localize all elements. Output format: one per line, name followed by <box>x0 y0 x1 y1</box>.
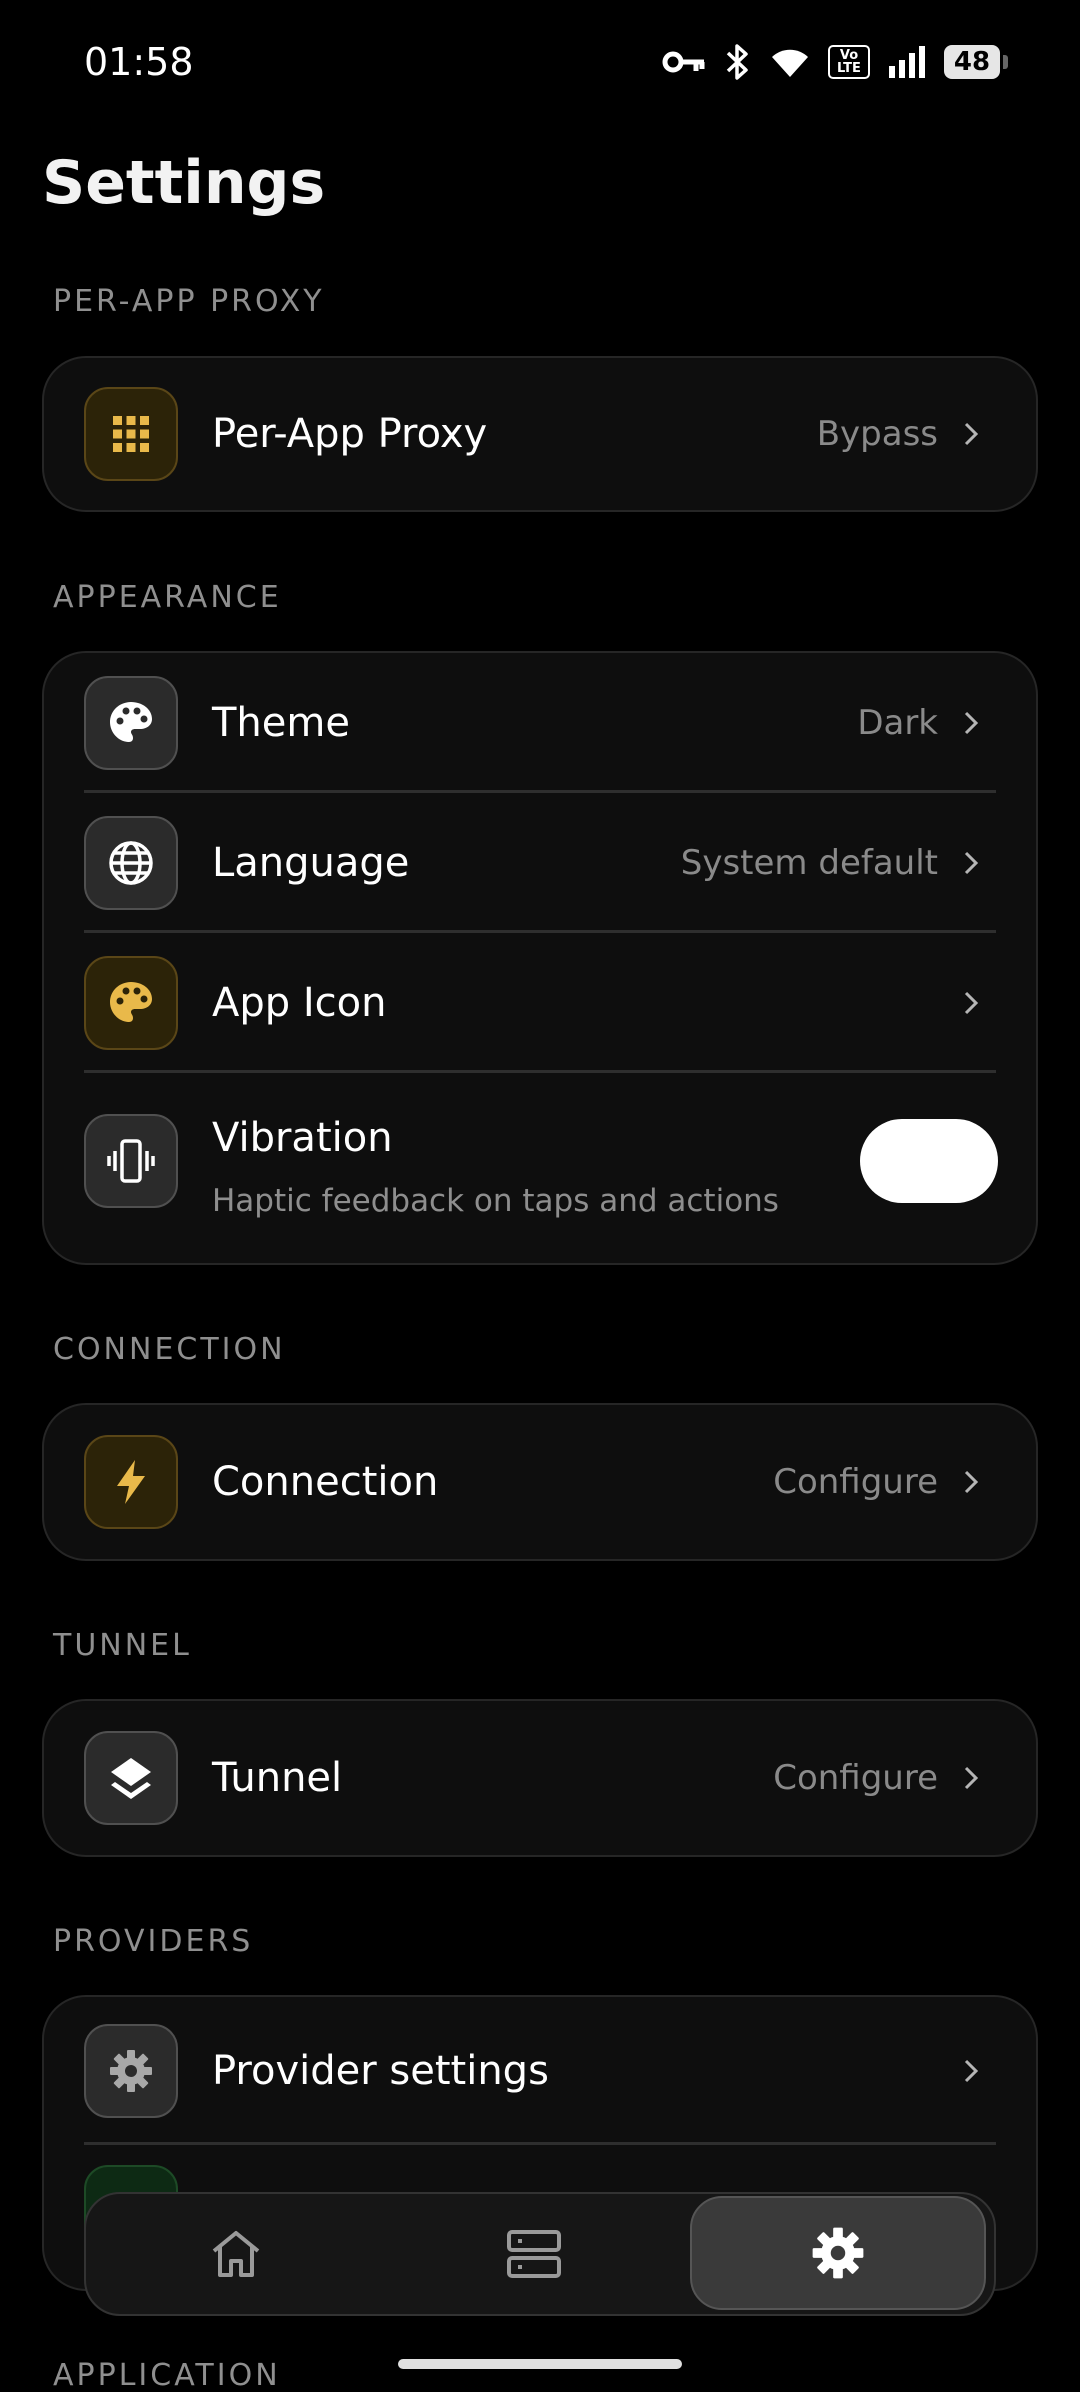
connection-label: Connection <box>212 1459 439 1505</box>
row-vibration[interactable]: Vibration Haptic feedback on taps and ac… <box>44 1073 1036 1249</box>
section-label-appearance: APPEARANCE <box>53 580 282 615</box>
chevron-right-icon <box>964 1766 979 1790</box>
chevron-right-icon <box>964 851 979 875</box>
vibration-subtitle: Haptic feedback on taps and actions <box>212 1183 779 1219</box>
grid-icon <box>84 387 178 481</box>
bluetooth-icon <box>726 44 748 80</box>
tunnel-label: Tunnel <box>212 1755 343 1801</box>
per-app-proxy-value: Bypass <box>816 414 938 454</box>
status-icons: Vo LTE 48 <box>662 42 1008 82</box>
row-connection[interactable]: Connection Configure <box>44 1405 1036 1559</box>
settings-icon <box>812 2227 864 2279</box>
palette-icon <box>84 956 178 1050</box>
provider-settings-label: Provider settings <box>212 2048 549 2094</box>
section-label-connection: CONNECTION <box>53 1332 286 1367</box>
volte-badge: Vo LTE <box>828 45 870 79</box>
vibration-icon <box>84 1114 178 1208</box>
palette-icon <box>84 676 178 770</box>
theme-value: Dark <box>857 703 938 743</box>
row-per-app-proxy[interactable]: Per-App Proxy Bypass <box>44 358 1036 510</box>
row-app-icon[interactable]: App Icon <box>44 933 1036 1073</box>
bottom-navigation <box>84 2192 996 2316</box>
language-label: Language <box>212 840 410 886</box>
nav-settings[interactable] <box>690 2196 986 2310</box>
row-provider-settings[interactable]: Provider settings <box>44 1997 1036 2145</box>
language-value: System default <box>680 843 938 883</box>
section-label-tunnel: TUNNEL <box>53 1628 192 1663</box>
section-label-providers: PROVIDERS <box>53 1924 254 1959</box>
gear-icon <box>84 2024 178 2118</box>
lightning-icon <box>84 1435 178 1529</box>
page-title: Settings <box>42 148 326 218</box>
battery-indicator: 48 <box>944 45 1008 79</box>
chevron-right-icon <box>964 991 979 1015</box>
row-language[interactable]: Language System default <box>44 793 1036 933</box>
status-time: 01:58 <box>84 40 194 84</box>
home-indicator[interactable] <box>398 2359 682 2369</box>
card-tunnel: Tunnel Configure <box>42 1699 1038 1857</box>
chevron-right-icon <box>964 711 979 735</box>
chevron-right-icon <box>964 422 979 446</box>
per-app-proxy-label: Per-App Proxy <box>212 411 488 457</box>
section-label-application: APPLICATION <box>53 2358 281 2392</box>
globe-icon <box>84 816 178 910</box>
vpn-key-icon <box>662 51 705 73</box>
nav-servers[interactable] <box>386 2194 682 2314</box>
card-connection: Connection Configure <box>42 1403 1038 1561</box>
servers-icon <box>507 2230 561 2278</box>
vibration-label: Vibration <box>212 1115 393 1161</box>
home-icon <box>212 2231 260 2277</box>
theme-label: Theme <box>212 700 350 746</box>
tunnel-value: Configure <box>773 1758 938 1798</box>
section-label-per-app-proxy: PER-APP PROXY <box>53 284 325 319</box>
vibration-toggle[interactable] <box>860 1119 998 1203</box>
status-bar: 01:58 Vo LTE 48 <box>0 0 1080 130</box>
row-theme[interactable]: Theme Dark <box>44 653 1036 793</box>
signal-icon <box>889 46 925 78</box>
app-icon-label: App Icon <box>212 980 387 1026</box>
wifi-icon <box>772 49 808 77</box>
row-tunnel[interactable]: Tunnel Configure <box>44 1701 1036 1855</box>
chevron-right-icon <box>964 1470 979 1494</box>
layers-icon <box>84 1731 178 1825</box>
nav-home[interactable] <box>86 2194 386 2314</box>
card-per-app-proxy: Per-App Proxy Bypass <box>42 356 1038 512</box>
chevron-right-icon <box>964 2059 979 2083</box>
connection-value: Configure <box>773 1462 938 1502</box>
card-appearance: Theme Dark Language System default App I… <box>42 651 1038 1265</box>
